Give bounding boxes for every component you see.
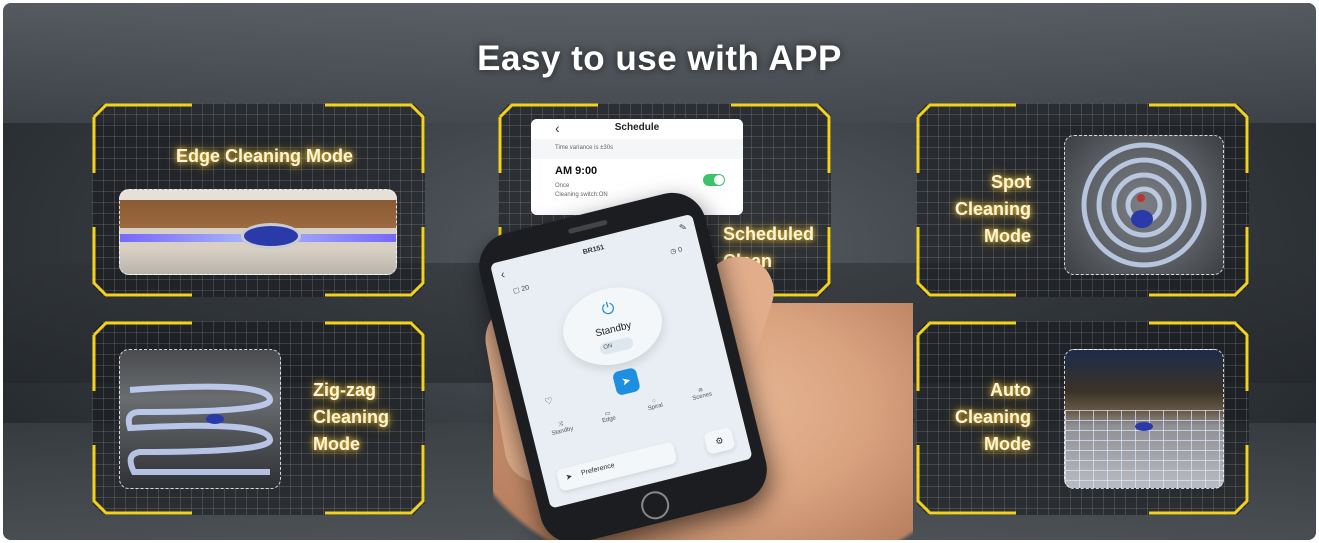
start-button[interactable]: ➤ xyxy=(611,367,641,397)
mode-spiral[interactable]: ◌ Spiral xyxy=(632,393,678,415)
zigzag-label-line3: Mode xyxy=(313,434,360,454)
device-name: BR151 xyxy=(582,244,606,257)
spot-cleaning-label: Spot Cleaning Mode xyxy=(943,169,1031,250)
time-stat: ◷ 0 xyxy=(669,246,683,256)
shield-icon[interactable]: ♡ xyxy=(544,395,554,408)
settings-button[interactable]: ⚙ xyxy=(703,426,736,455)
mode-standby-label: Standby xyxy=(551,425,574,438)
robot-vacuum-icon xyxy=(244,226,298,246)
power-dial[interactable]: ⏻ Standby ON xyxy=(554,277,671,376)
zigzag-cleaning-image xyxy=(119,349,281,489)
send-icon: ➤ xyxy=(564,471,574,482)
banner: Easy to use with APP Edge Cleaning Mode … xyxy=(3,3,1316,540)
mode-scenes[interactable]: ≋ Scenes xyxy=(679,382,725,405)
mode-standby[interactable]: ⤨ Standby xyxy=(539,416,585,439)
schedule-title: Schedule xyxy=(614,122,660,133)
schedule-time: AM 9:00 xyxy=(555,165,598,177)
auto-label-line3: Mode xyxy=(984,434,1031,454)
zigzag-cleaning-label: Zig-zag Cleaning Mode xyxy=(313,377,389,458)
schedule-repeat: Once xyxy=(555,183,570,189)
robot-vacuum-icon xyxy=(1135,422,1153,431)
toggle-knob xyxy=(714,175,724,185)
mode-edge[interactable]: ▭ Edge xyxy=(585,405,631,428)
robot-vacuum-icon xyxy=(206,414,224,424)
spot-cleaning-image xyxy=(1064,135,1224,275)
schedule-switch-text: Cleaning switch:ON xyxy=(555,192,608,198)
home-button[interactable] xyxy=(638,488,673,523)
page-title: Easy to use with APP xyxy=(477,39,842,78)
robot-vacuum-icon xyxy=(1131,210,1153,228)
mode-edge-label: Edge xyxy=(601,415,617,425)
preference-label: Preference xyxy=(580,462,616,478)
auto-label-line2: Cleaning xyxy=(954,407,1031,427)
edge-cleaning-label: Edge Cleaning Mode xyxy=(176,146,354,166)
auto-label-line1: Auto xyxy=(990,380,1031,400)
app-screen: ‹ BR151 ✎ ▢ 20 ◷ 0 ⏻ Standby ON ♡ ➤ ⤨ Sta… xyxy=(489,213,753,509)
area-stat: ▢ 20 xyxy=(512,284,531,296)
schedule-toggle[interactable] xyxy=(703,174,725,186)
zigzag-label-line2: Cleaning xyxy=(313,407,390,427)
auto-cleaning-image xyxy=(1064,349,1224,489)
mode-scenes-label: Scenes xyxy=(691,391,713,403)
spot-label-line2: Cleaning xyxy=(954,199,1031,219)
phone-speaker xyxy=(567,219,608,235)
edge-cleaning-image xyxy=(119,189,397,275)
dial-toggle[interactable]: ON xyxy=(598,335,635,356)
zigzag-label-line1: Zig-zag xyxy=(313,380,376,400)
area-stat-value: 20 xyxy=(520,284,531,294)
schedule-header: ‹ Schedule xyxy=(531,119,743,139)
time-stat-value: 0 xyxy=(677,246,683,255)
auto-cleaning-label: Auto Cleaning Mode xyxy=(943,377,1031,458)
gear-icon: ⚙ xyxy=(714,434,725,447)
schedule-variance: Time variance is ±30s xyxy=(555,145,614,151)
toggle-label: ON xyxy=(602,343,614,352)
scheduled-label-line1: Scheduled xyxy=(723,224,815,244)
spot-label-line1: Spot xyxy=(991,172,1031,192)
spot-label-line3: Mode xyxy=(984,226,1031,246)
mode-spiral-label: Spiral xyxy=(647,402,664,413)
